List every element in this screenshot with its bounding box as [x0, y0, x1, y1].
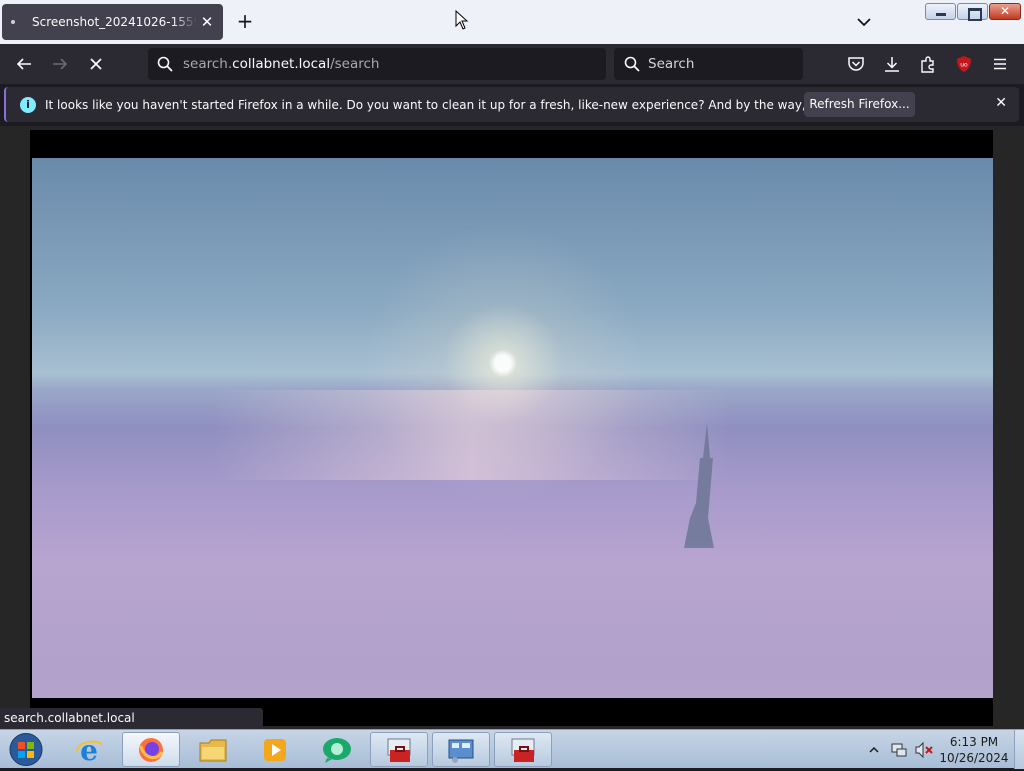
hamburger-menu-icon: [994, 58, 1006, 70]
toolbox-app-icon: [387, 738, 411, 762]
svg-text:uo: uo: [960, 62, 968, 69]
system-clock[interactable]: 6:13 PM 10/26/2024: [936, 734, 1012, 766]
windows-start-orb-icon: [9, 733, 43, 766]
window-close-button[interactable]: ✕: [989, 3, 1021, 20]
search-bar[interactable]: Search: [614, 48, 803, 80]
tab-close-icon[interactable]: ✕: [197, 13, 217, 31]
ublock-origin-icon: uo: [957, 56, 971, 72]
volume-muted-icon[interactable]: [914, 741, 934, 759]
new-tab-button[interactable]: +: [234, 10, 256, 32]
taskbar-toolbox-app-1[interactable]: [370, 732, 428, 767]
app-menu-button[interactable]: [988, 52, 1012, 76]
file-explorer-icon: [199, 739, 227, 761]
firefox-icon: [139, 737, 164, 762]
notification-message: It looks like you haven't started Firefo…: [45, 97, 901, 112]
toolbox-app-icon: [511, 738, 535, 762]
clock-time: 6:13 PM: [949, 735, 999, 749]
tower-silhouette: [32, 388, 993, 698]
stop-loading-button[interactable]: [84, 52, 108, 76]
search-icon: [624, 56, 640, 72]
back-button[interactable]: [12, 52, 36, 76]
system-tray: [868, 736, 934, 764]
download-icon: [885, 57, 899, 72]
mouse-cursor-icon: [455, 9, 469, 34]
navigation-toolbar: search.collabnet.local/search Search uo: [0, 44, 1024, 84]
address-path: /search: [330, 56, 380, 72]
search-placeholder: Search: [648, 56, 695, 72]
status-link-url: search.collabnet.local: [0, 708, 263, 729]
page-content: [0, 126, 1024, 729]
clock-date: 10/26/2024: [939, 751, 1009, 765]
taskbar-file-explorer[interactable]: [184, 732, 242, 767]
show-desktop-button[interactable]: [1014, 730, 1024, 769]
taskbar: e 6:13 PM 10/26/2024: [0, 729, 1024, 769]
network-icon[interactable]: [890, 741, 908, 759]
show-hidden-icons-icon[interactable]: [868, 744, 880, 756]
tab-screenshot[interactable]: Screenshot_20241026-155918.png ✕: [2, 4, 223, 40]
notification-bar: i It looks like you haven't started Fire…: [4, 87, 1019, 122]
extensions-icon: [921, 56, 934, 73]
ublock-origin-button[interactable]: uo: [952, 52, 976, 76]
info-icon: i: [20, 96, 36, 113]
downloads-button[interactable]: [880, 52, 904, 76]
screenshot-image[interactable]: [32, 158, 993, 698]
address-text: search.collabnet.local/search: [183, 56, 379, 72]
taskbar-chat-app[interactable]: [308, 732, 366, 767]
taskbar-toolbox-app-2[interactable]: [494, 732, 552, 767]
address-domain: collabnet.local: [232, 56, 331, 72]
tab-list-chevron-icon[interactable]: [854, 12, 874, 32]
media-player-icon: [264, 738, 286, 761]
extensions-button[interactable]: [916, 52, 940, 76]
address-bar[interactable]: search.collabnet.local/search: [148, 48, 606, 80]
minimize-button[interactable]: [925, 3, 956, 20]
tab-title: Screenshot_20241026-155918.png: [32, 15, 197, 29]
svg-text:e: e: [80, 735, 98, 765]
taskbar-internet-explorer[interactable]: e: [60, 732, 118, 767]
forward-arrow-icon: [53, 58, 68, 70]
taskbar-firefox[interactable]: [122, 732, 180, 767]
control-panel-app-icon: [448, 739, 474, 763]
tab-favicon-icon: [11, 20, 15, 24]
image-viewer: [30, 130, 993, 726]
forward-button[interactable]: [48, 52, 72, 76]
tab-strip: Screenshot_20241026-155918.png ✕ + ✕: [0, 0, 1024, 44]
pocket-icon: [848, 57, 864, 71]
internet-explorer-icon: e: [76, 735, 102, 765]
maximize-button[interactable]: [957, 3, 988, 21]
refresh-firefox-button[interactable]: Refresh Firefox...: [804, 92, 915, 117]
pocket-button[interactable]: [844, 52, 868, 76]
back-arrow-icon: [16, 58, 31, 70]
notification-close-icon[interactable]: ✕: [995, 95, 1007, 111]
search-icon: [157, 56, 173, 72]
stop-loading-icon: [90, 58, 102, 70]
start-button[interactable]: [6, 732, 46, 767]
address-host-prefix: search.: [183, 56, 233, 72]
chat-app-icon: [323, 737, 351, 763]
taskbar-control-panel-app[interactable]: [432, 732, 490, 767]
taskbar-media-player[interactable]: [246, 732, 304, 767]
